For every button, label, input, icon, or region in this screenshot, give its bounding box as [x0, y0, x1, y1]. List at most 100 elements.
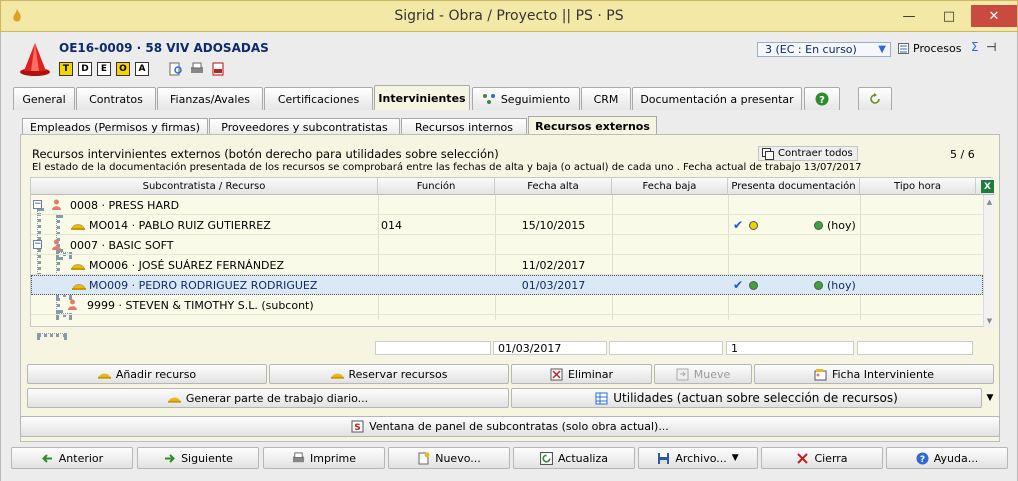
new-button[interactable]: Nuevo...: [388, 447, 510, 469]
row-fecha-alta: 11/02/2017: [521, 258, 586, 272]
status-dropdown[interactable]: 3 (EC : En curso) ▼: [757, 42, 891, 57]
project-type-t-icon[interactable]: T: [59, 62, 73, 76]
search-document-icon[interactable]: [169, 62, 183, 76]
check-icon: ✔: [733, 278, 744, 292]
resources-grid: Subcontratista / Recurso Función Fecha a…: [30, 177, 994, 337]
button-label: Eliminar: [567, 367, 614, 381]
button-label: Ventana de panel de subcontratas (solo o…: [369, 420, 669, 433]
move-icon: [676, 368, 689, 380]
previous-button[interactable]: Anterior: [11, 447, 133, 469]
new-item-icon: [418, 452, 430, 464]
column-header-recurso[interactable]: Subcontratista / Recurso: [31, 178, 378, 195]
add-resource-button[interactable]: Añadir recurso: [27, 364, 267, 384]
project-type-d-icon[interactable]: D: [78, 62, 92, 76]
project-type-e-icon[interactable]: E: [97, 62, 111, 76]
processes-icon: [898, 43, 909, 54]
panel-note: El estado de la documentación presentada…: [32, 162, 862, 173]
recursos-externos-panel: Recursos intervinientes externos (botón …: [20, 134, 1000, 442]
hard-hat-icon: [97, 373, 111, 379]
archive-button[interactable]: Archivo... ▼: [638, 447, 758, 469]
column-header-funcion[interactable]: Función: [378, 178, 495, 195]
row-name: MO009 · PEDRO RODRIGUEZ RODRIGUEZ: [89, 278, 318, 292]
tab-documentacion-a-presentar[interactable]: Documentación a presentar: [632, 87, 802, 110]
arrow-left-icon: [41, 453, 52, 463]
column-header-fecha-baja[interactable]: Fecha baja: [612, 178, 728, 195]
total-tipo-hora: [857, 341, 973, 355]
tab-refresh[interactable]: [858, 87, 892, 110]
subcontratas-panel-button[interactable]: S Ventana de panel de subcontratas (solo…: [20, 416, 1000, 437]
contraer-todos-button[interactable]: Contraer todos: [758, 146, 858, 161]
button-label: Cierra: [814, 451, 848, 465]
grid-tools-icon: [595, 392, 608, 404]
tab-fianzas-avales[interactable]: Fianzas/Avales: [157, 87, 263, 110]
close-button[interactable]: Cierra: [761, 447, 883, 469]
excel-export-icon[interactable]: X: [981, 180, 994, 193]
tab-crm[interactable]: CRM: [581, 87, 631, 110]
project-type-o-icon[interactable]: O: [116, 62, 130, 76]
next-button[interactable]: Siguiente: [137, 447, 259, 469]
minimize-button[interactable]: —: [893, 5, 925, 27]
scroll-down-icon[interactable]: ▼: [985, 316, 994, 325]
column-header-fecha-alta[interactable]: Fecha alta: [495, 178, 612, 195]
tab-help[interactable]: ?: [804, 87, 840, 110]
print-button[interactable]: Imprime: [263, 447, 385, 469]
table-row[interactable]: − 0008 · PRESS HARD: [31, 195, 983, 215]
project-type-a-icon[interactable]: A: [135, 62, 149, 76]
status-green-dot-icon: [814, 280, 823, 290]
pdf-icon[interactable]: [211, 62, 225, 76]
column-header-presenta-documentacion[interactable]: Presenta documentación: [728, 178, 860, 195]
row-fecha-alta: 15/10/2015: [521, 218, 586, 232]
button-label: Anterior: [58, 451, 104, 465]
tab-general[interactable]: General: [13, 87, 75, 110]
svg-text:?: ?: [920, 455, 925, 465]
table-row[interactable]: − 0007 · BASIC SOFT: [31, 235, 983, 255]
sigma-icon[interactable]: Σ: [971, 40, 979, 54]
move-button[interactable]: Mueve: [654, 364, 752, 384]
utilities-dropdown-arrow[interactable]: ▼: [982, 388, 998, 408]
id-card-icon: [814, 368, 827, 380]
delete-button[interactable]: Eliminar: [511, 364, 652, 384]
subcontract-panel-icon: S: [351, 420, 364, 433]
procesos-button[interactable]: Procesos: [898, 42, 961, 55]
traffic-cone-icon: [20, 43, 50, 76]
ficha-interviniente-button[interactable]: Ficha Interviniente: [754, 364, 994, 384]
tab-intervinientes[interactable]: Intervinientes: [374, 85, 470, 110]
vertical-scrollbar[interactable]: ▲ ▼: [983, 195, 994, 327]
subtab-label: Recursos externos: [535, 119, 650, 133]
generate-daily-report-button[interactable]: Generar parte de trabajo diario...: [27, 388, 509, 408]
hard-hat-icon: [71, 264, 85, 270]
button-label: Nuevo...: [435, 451, 481, 465]
grid-header: Subcontratista / Recurso Función Fecha a…: [31, 178, 994, 195]
reserve-resources-button[interactable]: Reservar recursos: [269, 364, 509, 384]
pin-icon[interactable]: ⊣: [986, 40, 996, 54]
help-button[interactable]: ? Ayuda...: [886, 447, 1008, 469]
row-doc-current: (hoy): [814, 275, 856, 295]
close-window-button[interactable]: ✕: [971, 5, 1017, 27]
collapse-icon: [762, 147, 774, 160]
printer-icon[interactable]: [190, 62, 204, 76]
collapse-toggle-icon[interactable]: −: [33, 240, 42, 249]
total-funcion: [375, 341, 491, 355]
hard-hat-icon: [330, 373, 344, 379]
collapse-toggle-icon[interactable]: −: [33, 200, 42, 209]
utilities-button[interactable]: Utilidades (actuan sobre selección de re…: [511, 388, 982, 408]
table-row[interactable]: MO014 · PABLO RUIZ GUTIERREZ 014 15/10/2…: [31, 215, 983, 235]
button-label: Archivo...: [675, 451, 727, 465]
button-label: Ayuda...: [933, 451, 979, 465]
contraer-label: Contraer todos: [778, 148, 853, 159]
refresh-button[interactable]: Actualiza: [513, 447, 635, 469]
printer-icon: [292, 451, 305, 462]
subtab-recursos-externos[interactable]: Recursos externos: [528, 116, 657, 135]
scroll-up-icon[interactable]: ▲: [985, 197, 994, 206]
maximize-button[interactable]: □: [933, 5, 965, 27]
row-name: MO014 · PABLO RUIZ GUTIERREZ: [89, 218, 271, 232]
table-row[interactable]: MO006 · JOSÉ SUÁREZ FERNÁNDEZ 11/02/2017: [31, 255, 983, 275]
table-row-selected[interactable]: MO009 · PEDRO RODRIGUEZ RODRIGUEZ 01/03/…: [31, 275, 983, 295]
tab-certificaciones[interactable]: Certificaciones: [264, 87, 373, 110]
tab-contratos[interactable]: Contratos: [76, 87, 156, 110]
tab-seguimiento[interactable]: Seguimiento: [472, 87, 580, 110]
total-fecha-baja: [609, 341, 723, 355]
column-header-tipo-hora[interactable]: Tipo hora: [860, 178, 976, 195]
table-row[interactable]: 9999 · STEVEN & TIMOTHY S.L. (subcont): [31, 295, 983, 315]
button-label: Ficha Interviniente: [831, 367, 935, 381]
